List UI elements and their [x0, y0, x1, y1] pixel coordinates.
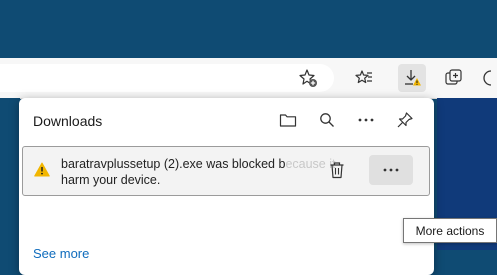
page-background-left	[0, 98, 20, 250]
add-favorite-button[interactable]	[294, 64, 322, 92]
favorites-list-icon	[355, 70, 372, 84]
more-actions-icon	[383, 168, 399, 172]
trash-icon	[330, 162, 344, 179]
download-warning-icon	[405, 70, 421, 86]
browser-toolbar	[0, 58, 497, 99]
warning-icon	[34, 162, 50, 177]
profile-icon	[483, 70, 492, 86]
pin-icon	[397, 112, 413, 128]
downloads-panel: Downloads baratravplussetup (2).exe was …	[19, 98, 434, 275]
search-downloads-button[interactable]	[315, 108, 339, 132]
favorites-button[interactable]	[350, 64, 378, 92]
folder-icon	[279, 114, 297, 127]
star-plus-icon	[299, 69, 317, 87]
pin-downloads-button[interactable]	[393, 108, 417, 132]
see-more-link[interactable]: See more	[33, 246, 89, 261]
downloads-title: Downloads	[33, 113, 103, 129]
collections-button[interactable]	[440, 64, 468, 92]
window-titlebar	[0, 0, 497, 58]
download-item-line2: harm your device.	[61, 173, 161, 187]
more-actions-tooltip: More actions	[403, 218, 497, 243]
download-item[interactable]: baratravplussetup (2).exe was blocked be…	[22, 146, 430, 196]
profile-button[interactable]	[483, 64, 497, 92]
download-item-filename: baratravplussetup (2).exe was blocked b	[61, 157, 286, 171]
more-actions-button[interactable]	[369, 155, 413, 185]
address-bar[interactable]	[0, 64, 334, 92]
more-options-icon	[358, 118, 374, 122]
collections-icon	[445, 69, 462, 85]
downloads-more-options-button[interactable]	[354, 108, 378, 132]
download-item-message: baratravplussetup (2).exe was blocked be…	[61, 156, 336, 188]
delete-download-button[interactable]	[323, 156, 351, 184]
download-item-line1: baratravplussetup (2).exe was blocked be…	[61, 156, 336, 172]
search-icon	[320, 113, 334, 127]
open-folder-button[interactable]	[276, 108, 300, 132]
downloads-button[interactable]	[398, 64, 426, 92]
